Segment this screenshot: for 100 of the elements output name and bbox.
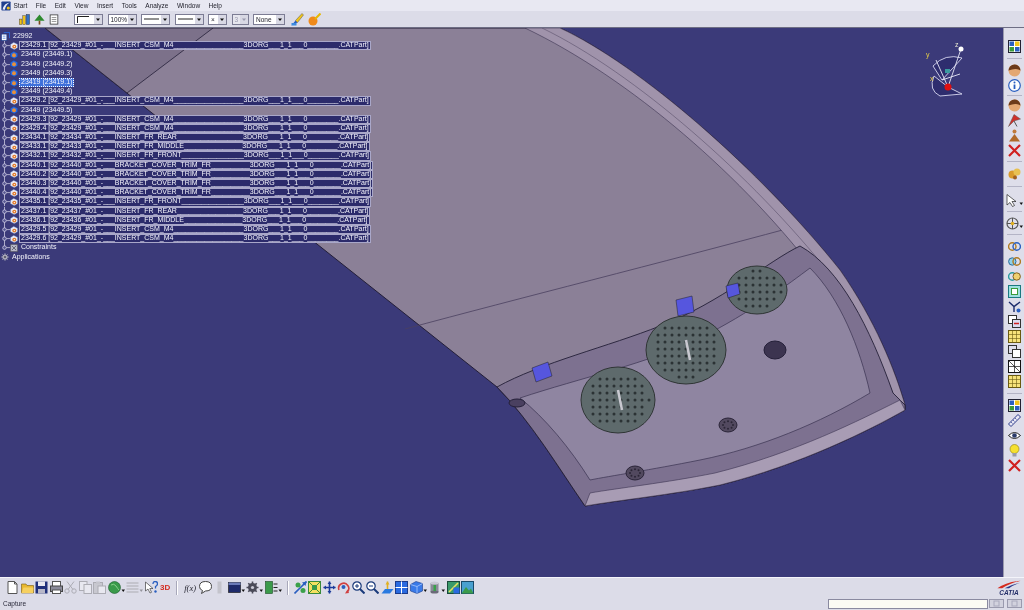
3d-view-button[interactable]: 3D [159,583,172,592]
save-icon[interactable] [35,581,48,594]
tree-branch-icon[interactable] [1,114,10,124]
zoom-out-icon[interactable] [366,581,380,594]
head-icon[interactable] [1007,98,1021,112]
gear-icon[interactable] [246,581,264,594]
print-icon[interactable] [49,581,63,594]
color-dropdown[interactable] [74,13,103,25]
connector-icon[interactable] [1007,299,1021,313]
tree-branch-icon[interactable] [1,206,10,216]
cylinder-icon[interactable] [428,581,446,594]
mesh-icon[interactable] [1007,359,1021,373]
assembly-icon[interactable] [1,32,10,42]
part-icon[interactable] [10,96,18,105]
component-icon[interactable] [10,50,18,59]
frame-icon[interactable] [1007,284,1021,298]
part-icon[interactable] [10,152,18,161]
tree-branch-icon[interactable] [1,188,10,198]
part-icon[interactable] [10,124,18,133]
tree-branch-icon[interactable] [1,224,10,235]
tree-branch-icon[interactable] [1,87,10,97]
tree-branch-icon[interactable] [1,123,10,134]
figure-icon[interactable] [1007,128,1021,142]
zoom-in-icon[interactable] [351,581,365,594]
window-grid-icon[interactable] [1007,39,1021,53]
formula-button[interactable]: f(x) [183,582,198,593]
pan-icon[interactable] [322,581,336,594]
help-icon[interactable] [144,581,158,594]
part-icon[interactable] [10,142,18,151]
line-style-dropdown[interactable] [174,13,204,25]
new-document-icon[interactable] [6,581,19,594]
rotate-icon[interactable] [337,581,351,594]
tree-branch-icon[interactable] [1,59,10,69]
diagonal-square-icon[interactable] [446,581,460,594]
tree-branch-icon[interactable] [1,197,10,207]
part-icon[interactable] [10,234,18,243]
tree-branch-icon[interactable] [1,50,10,60]
part-icon[interactable] [10,188,18,197]
table-icon[interactable] [1007,374,1021,388]
crosshair-icon[interactable] [1005,216,1023,230]
part-icon[interactable] [10,179,18,188]
paint-brush-icon[interactable] [291,12,304,26]
component-icon[interactable] [10,78,18,87]
tool-icon[interactable] [264,581,282,594]
tree-branch-icon[interactable] [1,179,10,189]
gear-icon[interactable] [1,253,9,262]
blob-icon[interactable] [1007,166,1021,180]
tree-branch-icon[interactable] [1,169,10,179]
globe-icon[interactable] [107,581,125,594]
document-icon[interactable] [49,13,59,25]
component-icon[interactable] [10,60,18,69]
app-logo-icon[interactable] [1,0,11,11]
tree-branch-icon[interactable] [1,215,10,225]
bar-chart-icon[interactable] [19,13,30,25]
rings-icon[interactable] [1007,269,1021,283]
info-icon[interactable] [1007,78,1021,92]
tree-branch-icon[interactable] [1,133,10,143]
flag-icon[interactable] [1007,113,1021,127]
rings-icon[interactable] [1007,239,1021,253]
tree-branch-icon[interactable] [1,105,10,115]
tree-branch-icon[interactable] [1,243,10,253]
comment-icon[interactable] [198,581,212,594]
tree-branch-icon[interactable] [1,77,10,88]
tree-branch-icon[interactable] [1,151,10,161]
tree-branch-icon[interactable] [1,41,10,51]
cross-icon[interactable] [1007,458,1021,472]
arrow-icon[interactable] [293,581,307,594]
tree-icon[interactable] [34,13,45,25]
rings-icon[interactable] [1007,254,1021,268]
window-grid-icon[interactable] [1007,398,1021,412]
tree-branch-icon[interactable] [1,160,10,170]
component-icon[interactable] [10,69,18,78]
cube-icon[interactable] [409,581,427,594]
table-icon[interactable] [1007,329,1021,343]
part-icon[interactable] [10,197,18,206]
line-style-dropdown[interactable] [141,13,170,25]
cursor-icon[interactable] [1005,193,1023,207]
part-icon[interactable] [10,133,18,142]
part-icon[interactable] [10,216,18,225]
part-icon[interactable] [10,207,18,216]
component-icon[interactable] [10,106,18,115]
component-icon[interactable] [10,87,18,96]
quad-view-icon[interactable] [395,581,409,594]
cross-icon[interactable] [1007,143,1021,157]
tree-branch-icon[interactable] [1,96,10,106]
tree-branch-icon[interactable] [1,234,10,244]
head-icon[interactable] [1007,63,1021,77]
constraints-icon[interactable] [10,243,18,252]
fit-all-icon[interactable] [308,581,322,594]
part-icon[interactable] [10,161,18,170]
tree-branch-icon[interactable] [1,142,10,152]
part-icon[interactable] [10,115,18,124]
part-icon[interactable] [10,225,18,234]
command-input-field[interactable] [828,598,988,609]
sheets-icon[interactable] [1007,314,1021,328]
tree-branch-icon[interactable] [1,68,10,78]
window-icon[interactable] [227,581,245,594]
part-icon[interactable] [10,41,18,50]
picture-icon[interactable] [461,581,475,594]
frames-icon[interactable] [1007,344,1021,358]
